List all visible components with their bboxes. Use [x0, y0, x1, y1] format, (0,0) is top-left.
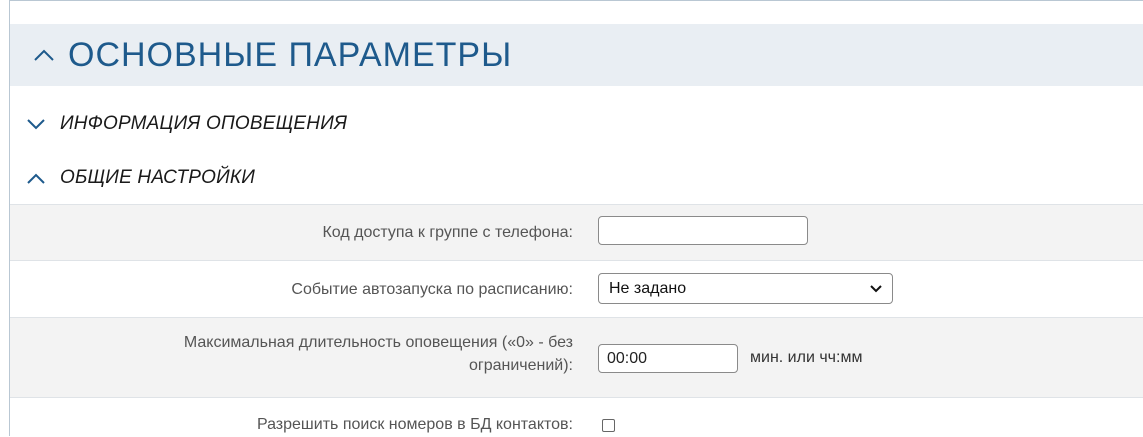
section-header-main[interactable]: ОСНОВНЫЕ ПАРАМЕТРЫ: [10, 24, 1143, 86]
max-duration-label-line1: Максимальная длительность оповещения («0…: [183, 334, 573, 351]
subsection-label: ОБЩИЕ НАСТРОЙКИ: [60, 167, 256, 188]
row-autostart-event: Событие автозапуска по расписанию: Не за…: [10, 260, 1143, 317]
chevron-down-icon: [870, 280, 882, 298]
section-title: ОСНОВНЫЕ ПАРАМЕТРЫ: [68, 35, 513, 74]
max-duration-unit: мин. или чч:мм: [750, 349, 863, 366]
allow-search-checkbox[interactable]: [602, 419, 615, 432]
subsection-general-settings[interactable]: ОБЩИЕ НАСТРОЙКИ: [26, 163, 255, 193]
row-max-duration: Максимальная длительность оповещения («0…: [10, 317, 1143, 397]
autostart-event-selected: Не задано: [609, 279, 687, 297]
chevron-down-icon[interactable]: [26, 114, 46, 134]
subsection-label: ИНФОРМАЦИЯ ОПОВЕЩЕНИЯ: [60, 113, 348, 134]
autostart-event-select[interactable]: Не задано: [598, 273, 893, 304]
max-duration-input[interactable]: 00:00: [598, 344, 738, 373]
row-allow-search: Разрешить поиск номеров в БД контактов:: [10, 397, 1143, 437]
chevron-up-icon[interactable]: [26, 168, 46, 188]
chevron-up-icon[interactable]: [30, 41, 58, 69]
max-duration-label-line2: ограничений):: [468, 357, 573, 374]
subsection-notification-info[interactable]: ИНФОРМАЦИЯ ОПОВЕЩЕНИЯ: [26, 109, 347, 139]
autostart-event-label: Событие автозапуска по расписанию:: [291, 281, 573, 298]
access-code-input[interactable]: [598, 216, 808, 245]
access-code-label: Код доступа к группе с телефона:: [322, 224, 573, 241]
row-access-code: Код доступа к группе с телефона:: [10, 204, 1143, 260]
allow-search-label: Разрешить поиск номеров в БД контактов:: [256, 416, 573, 433]
